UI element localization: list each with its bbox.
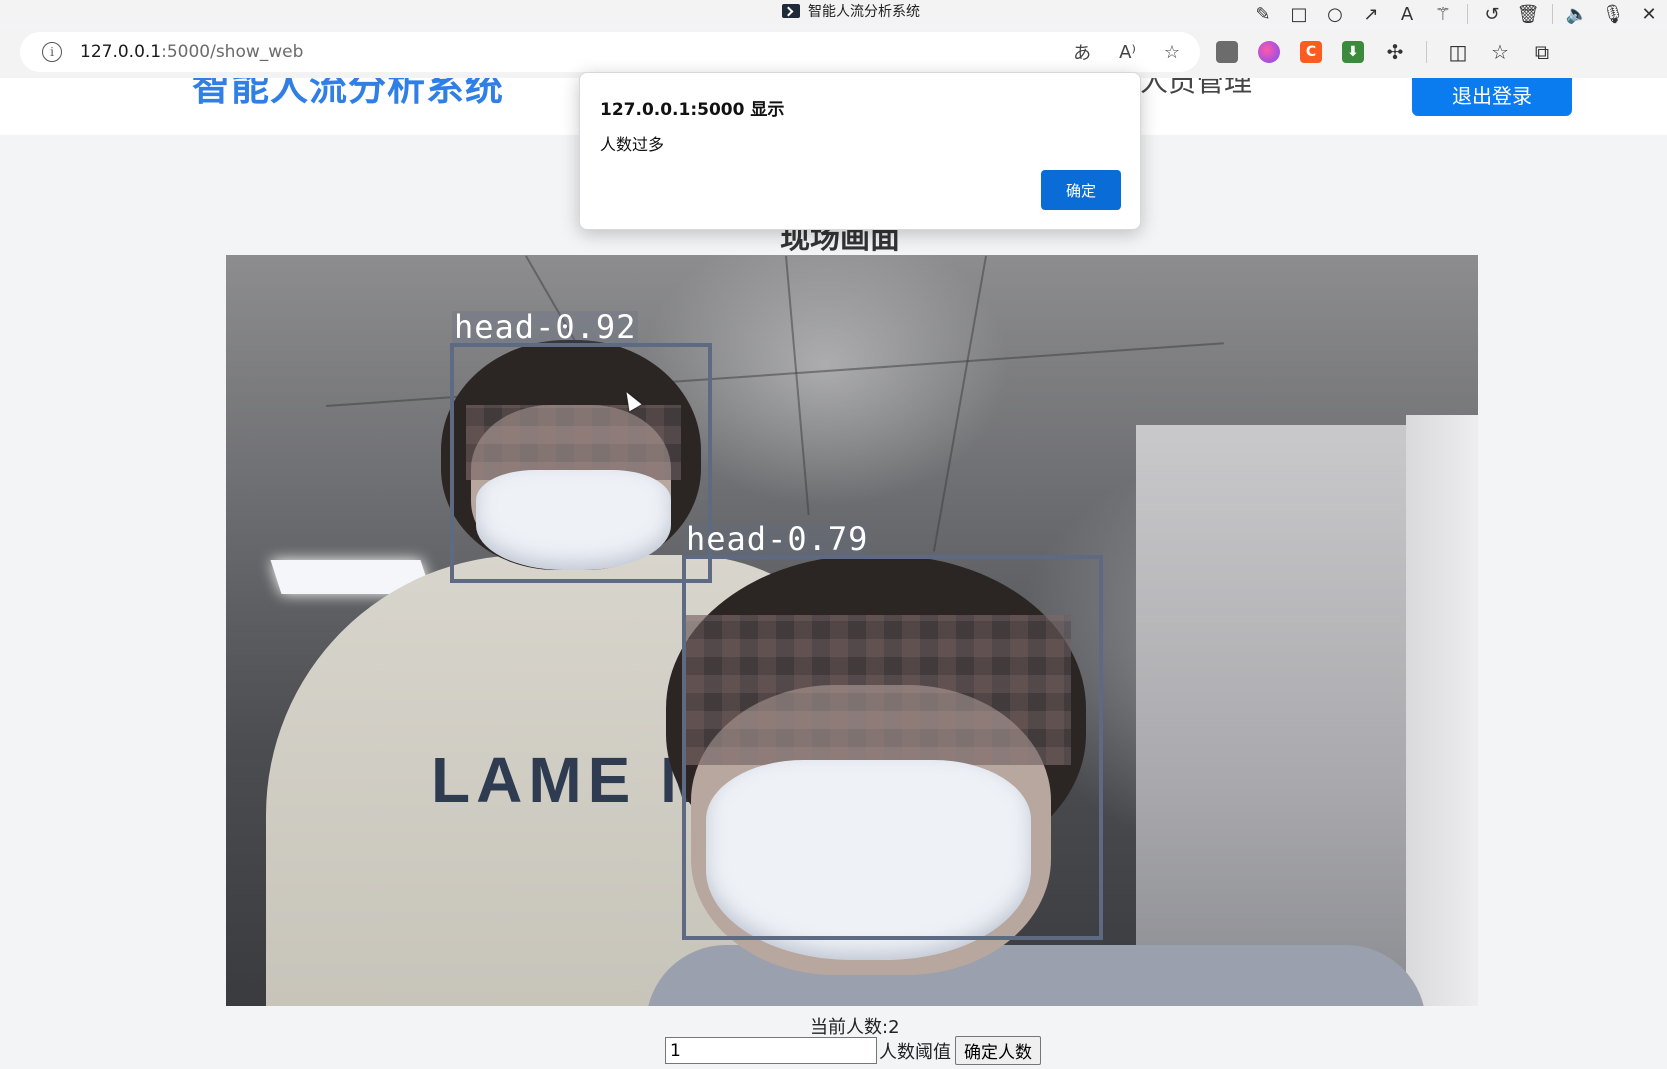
square-icon[interactable]: □: [1281, 0, 1317, 28]
split-screen-icon[interactable]: ◫: [1447, 40, 1469, 64]
url-path: :5000/show_web: [161, 42, 304, 62]
window-title-text: 智能人流分析系统: [808, 4, 920, 20]
threshold-input[interactable]: [665, 1037, 877, 1064]
threshold-form: 人数阈值 确定人数: [665, 1036, 1041, 1065]
extensions-bar: C ⬇ ✣ ◫ ☆ ⧉: [1216, 32, 1553, 72]
magic-wand-icon[interactable]: ⚚: [1425, 0, 1461, 28]
pencil-icon[interactable]: ✎: [1245, 0, 1281, 28]
favorite-star-icon[interactable]: ☆: [1164, 42, 1180, 63]
alert-dialog: 127.0.0.1:5000 显示 人数过多 确定: [579, 72, 1141, 230]
title-bar: 智能人流分析系统 ✎ □ ○ ↗ A ⚚ ↺ 🗑 🔈 🎙 ✕: [0, 0, 1667, 25]
favorites-icon[interactable]: ☆: [1489, 40, 1511, 64]
confirm-count-button[interactable]: 确定人数: [955, 1036, 1041, 1065]
read-aloud-icon[interactable]: A⁾: [1119, 42, 1136, 63]
url-host: 127.0.0.1: [80, 42, 162, 62]
extension-c-icon[interactable]: C: [1300, 41, 1322, 63]
divider: [1552, 4, 1553, 24]
ceiling-seam: [932, 255, 987, 552]
close-icon[interactable]: ✕: [1631, 0, 1667, 28]
detection-score: 0.79: [787, 520, 869, 558]
detection-box: [682, 555, 1103, 940]
logout-button[interactable]: 退出登录: [1412, 78, 1572, 116]
url-text[interactable]: 127.0.0.1:5000/show_web: [80, 42, 303, 62]
detection-label: head-0.92: [452, 308, 639, 346]
ink-toolbar: ✎ □ ○ ↗ A ⚚ ↺ 🗑 🔈 🎙 ✕: [1245, 0, 1667, 28]
extensions-puzzle-icon[interactable]: ✣: [1384, 40, 1406, 64]
address-bar-actions: あ A⁾ ☆: [1073, 32, 1180, 72]
ceiling-seam: [785, 255, 810, 516]
detection-label: head-0.79: [684, 520, 871, 558]
circle-icon[interactable]: ○: [1317, 0, 1353, 28]
terminal-icon: [782, 4, 800, 18]
detection-box: [450, 343, 712, 583]
extension-download-icon[interactable]: ⬇: [1342, 41, 1364, 63]
threshold-label: 人数阈值: [879, 1041, 951, 1063]
window-title: 智能人流分析系统: [782, 1, 920, 21]
divider: [1467, 4, 1468, 24]
detection-class: head: [686, 520, 768, 558]
dialog-title: 127.0.0.1:5000 显示: [600, 100, 785, 120]
collections-icon[interactable]: ⧉: [1531, 40, 1553, 64]
speaker-icon[interactable]: 🔈: [1559, 0, 1595, 28]
microphone-icon[interactable]: 🎙: [1595, 0, 1631, 28]
detection-score: 0.92: [555, 308, 637, 346]
undo-icon[interactable]: ↺: [1474, 0, 1510, 28]
dialog-message: 人数过多: [600, 135, 665, 154]
nav-item-staff[interactable]: 人员管理: [1140, 78, 1252, 100]
site-brand[interactable]: 智能人流分析系统: [192, 78, 504, 111]
address-bar[interactable]: i 127.0.0.1:5000/show_web あ A⁾ ☆: [20, 32, 1200, 72]
arrow-icon[interactable]: ↗: [1353, 0, 1389, 28]
text-icon[interactable]: A: [1389, 0, 1425, 28]
dialog-ok-button[interactable]: 确定: [1041, 170, 1121, 210]
divider: [1426, 41, 1427, 63]
browser-toolbar: i 127.0.0.1:5000/show_web あ A⁾ ☆ C ⬇ ✣ ◫…: [0, 28, 1667, 78]
trash-icon[interactable]: 🗑: [1510, 0, 1546, 28]
extension-brain-icon[interactable]: [1258, 41, 1280, 63]
extension-gray-icon[interactable]: [1216, 41, 1238, 63]
detection-class: head: [454, 308, 536, 346]
pillar: [1406, 415, 1478, 1006]
translate-icon[interactable]: あ: [1073, 39, 1091, 65]
live-video-feed: LAME M head-0.92 head-0.79: [226, 255, 1478, 1006]
site-info-icon[interactable]: i: [42, 42, 62, 62]
